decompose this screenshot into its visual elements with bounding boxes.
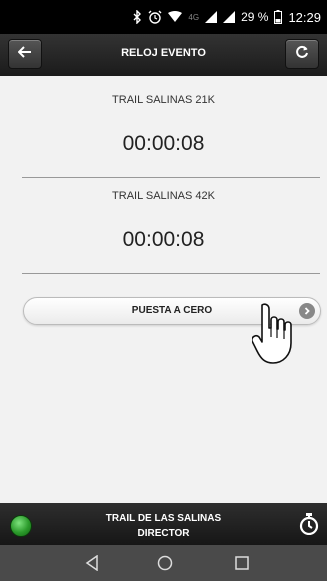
system-nav-bar — [0, 545, 327, 581]
race-name: TRAIL SALINAS 21K — [112, 94, 215, 106]
signal-icon-2 — [223, 11, 236, 23]
race-clock-42k: TRAIL SALINAS 42K 00:00:08 — [0, 190, 327, 252]
event-name: TRAIL DE LAS SALINAS — [105, 513, 222, 524]
user-role: DIRECTOR — [137, 528, 190, 539]
network-type: 4G — [188, 12, 200, 22]
wifi-icon — [168, 11, 183, 23]
battery-percent: 29 % — [241, 10, 269, 24]
stopwatch-button[interactable] — [299, 513, 319, 540]
signal-icon — [205, 11, 218, 23]
app-header: RELOJ EVENTO — [0, 34, 327, 76]
race-clock-21k: TRAIL SALINAS 21K 00:00:08 — [0, 94, 327, 156]
bluetooth-icon — [133, 10, 142, 24]
battery-icon — [274, 10, 283, 24]
refresh-icon — [295, 45, 309, 64]
footer-bar: TRAIL DE LAS SALINAS DIRECTOR — [0, 503, 327, 545]
status-bar: 4G 29 % 12:29 — [0, 0, 327, 34]
alarm-icon — [148, 10, 162, 24]
back-nav-icon[interactable] — [85, 554, 99, 576]
event-clock-content: TRAIL SALINAS 21K 00:00:08 TRAIL SALINAS… — [0, 76, 327, 503]
divider — [22, 273, 320, 274]
clock: 12:29 — [288, 9, 321, 25]
stopwatch-icon — [299, 513, 319, 539]
race-name: TRAIL SALINAS 42K — [112, 190, 215, 202]
hand-pointer-icon — [251, 301, 306, 370]
footer-info: TRAIL DE LAS SALINAS DIRECTOR — [0, 511, 327, 541]
home-nav-icon[interactable] — [157, 555, 173, 576]
race-elapsed-time: 00:00:08 — [122, 228, 205, 251]
refresh-button[interactable] — [285, 39, 319, 69]
page-title: RELOJ EVENTO — [121, 47, 206, 59]
recents-nav-icon[interactable] — [234, 555, 250, 576]
divider — [22, 177, 320, 178]
race-elapsed-time: 00:00:08 — [122, 132, 205, 155]
